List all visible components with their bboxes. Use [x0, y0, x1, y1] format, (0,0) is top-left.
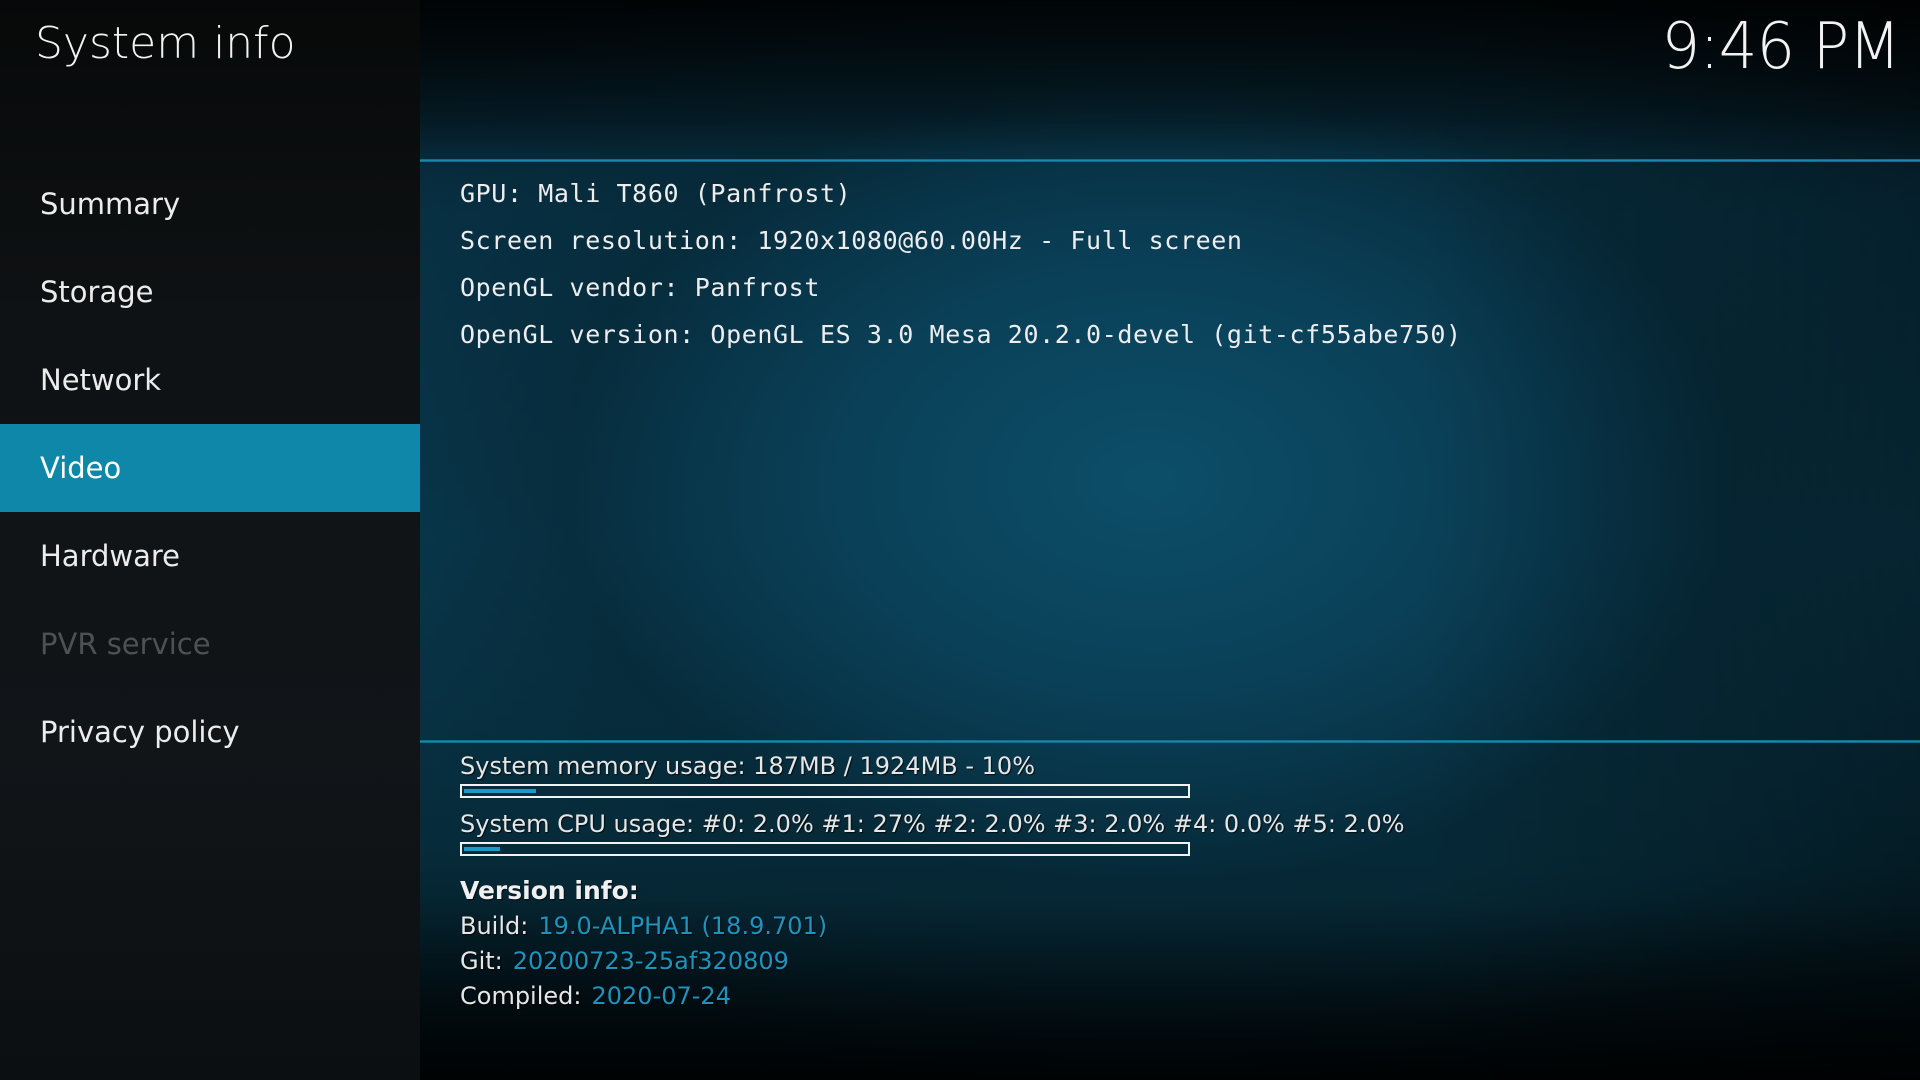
sidebar: System info Summary Storage Network Vide… — [0, 0, 420, 1080]
version-row-compiled: Compiled: 2020-07-24 — [460, 979, 827, 1014]
gpu-info: GPU: Mali T860 (Panfrost) — [460, 179, 852, 208]
sidebar-item-video[interactable]: Video — [0, 424, 420, 512]
opengl-version-info: OpenGL version: OpenGL ES 3.0 Mesa 20.2.… — [460, 320, 1462, 349]
cpu-usage-bar — [460, 842, 1190, 856]
sidebar-item-label: Network — [40, 363, 162, 397]
clock: 9:46 PM — [1661, 10, 1901, 84]
build-value: 19.0-ALPHA1 (18.9.701) — [538, 912, 828, 940]
top-divider — [420, 159, 1920, 162]
sidebar-item-privacy-policy[interactable]: Privacy policy — [0, 688, 420, 776]
sidebar-item-summary[interactable]: Summary — [0, 160, 420, 248]
cpu-usage-bar-fill — [464, 847, 500, 851]
git-label: Git: — [460, 947, 503, 975]
compiled-label: Compiled: — [460, 982, 582, 1010]
sidebar-item-label: Privacy policy — [40, 715, 240, 749]
usage-section: System memory usage: 187MB / 1924MB - 10… — [460, 748, 1860, 864]
build-label: Build: — [460, 912, 529, 940]
video-info-list: GPU: Mali T860 (Panfrost) Screen resolut… — [460, 175, 1462, 363]
opengl-vendor-info: OpenGL vendor: Panfrost — [460, 273, 820, 302]
cpu-usage-label: System CPU usage: #0: 2.0% #1: 27% #2: 2… — [460, 810, 1405, 838]
sidebar-item-hardware[interactable]: Hardware — [0, 512, 420, 600]
version-info-title: Version info: — [460, 876, 639, 905]
compiled-value: 2020-07-24 — [591, 982, 731, 1010]
memory-usage-bar-fill — [464, 789, 536, 793]
sidebar-item-network[interactable]: Network — [0, 336, 420, 424]
version-row-build: Build: 19.0-ALPHA1 (18.9.701) — [460, 909, 827, 944]
sidebar-item-label: PVR service — [40, 627, 211, 661]
bottom-divider — [420, 740, 1920, 743]
memory-usage-label: System memory usage: 187MB / 1924MB - 10… — [460, 752, 1036, 780]
sidebar-item-label: Video — [40, 451, 122, 485]
page-title: System info — [35, 18, 296, 69]
sidebar-item-label: Summary — [40, 187, 181, 221]
version-row-git: Git: 20200723-25af320809 — [460, 944, 827, 979]
sidebar-item-label: Storage — [40, 275, 154, 309]
sidebar-nav: Summary Storage Network Video Hardware P… — [0, 160, 420, 776]
sidebar-item-pvr-service[interactable]: PVR service — [0, 600, 420, 688]
screen-resolution-info: Screen resolution: 1920x1080@60.00Hz - F… — [460, 226, 1243, 255]
sidebar-item-storage[interactable]: Storage — [0, 248, 420, 336]
git-value: 20200723-25af320809 — [512, 947, 789, 975]
memory-usage-bar — [460, 784, 1190, 798]
version-info: Version info: Build: 19.0-ALPHA1 (18.9.70… — [460, 873, 827, 1014]
sidebar-item-label: Hardware — [40, 539, 181, 573]
